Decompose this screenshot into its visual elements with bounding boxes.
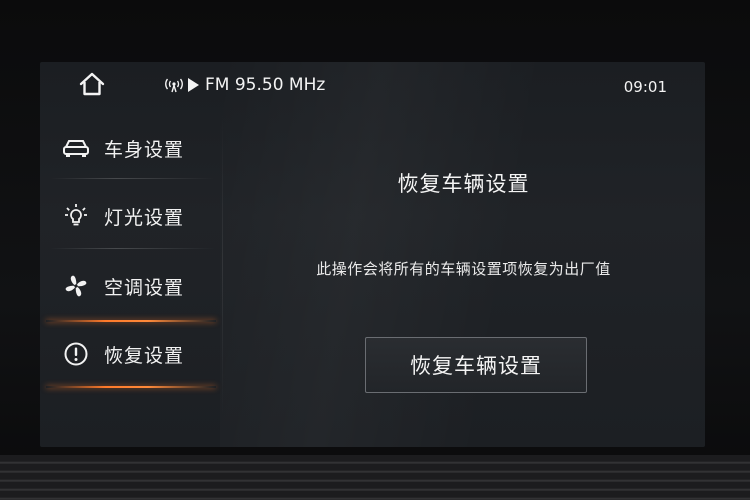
radio-frequency: FM 95.50 MHz [205, 75, 326, 95]
sidebar-divider [50, 248, 215, 249]
car-body-icon [62, 134, 90, 162]
settings-sidebar: 车身设置 灯光设置 空调设置 恢复设置 [40, 114, 222, 414]
active-indicator-top [46, 320, 216, 322]
active-indicator-bottom [46, 386, 216, 388]
sidebar-divider [50, 178, 215, 179]
sidebar-item-label: 车身设置 [104, 138, 185, 161]
play-icon [188, 78, 199, 92]
bulb-icon [62, 202, 90, 230]
status-bar: FM 95.50 MHz 09:01 [40, 62, 705, 110]
reset-description: 此操作会将所有的车辆设置项恢复为出厂值 [316, 260, 611, 278]
home-button[interactable] [76, 68, 108, 100]
sidebar-item-lighting[interactable]: 灯光设置 [40, 186, 222, 246]
radio-status[interactable]: FM 95.50 MHz [164, 72, 325, 98]
alert-circle-icon [62, 340, 90, 368]
sidebar-item-climate[interactable]: 空调设置 [40, 256, 222, 316]
home-icon [79, 72, 105, 96]
fan-icon [62, 272, 90, 300]
reset-vehicle-settings-button[interactable]: 恢复车辆设置 [365, 337, 587, 393]
radio-signal-icon [165, 78, 183, 93]
sidebar-item-label: 空调设置 [104, 276, 185, 299]
bezel-trim [0, 455, 750, 500]
infotainment-screen: FM 95.50 MHz 09:01 车身设置 灯光设置 空调设置 恢复设置 恢… [40, 62, 705, 447]
sidebar-item-reset[interactable]: 恢复设置 [40, 324, 222, 384]
sidebar-item-label: 恢复设置 [104, 344, 185, 367]
clock: 09:01 [623, 78, 667, 96]
sidebar-item-body[interactable]: 车身设置 [40, 118, 222, 178]
page-title: 恢复车辆设置 [397, 172, 530, 196]
sidebar-item-label: 灯光设置 [104, 206, 185, 229]
